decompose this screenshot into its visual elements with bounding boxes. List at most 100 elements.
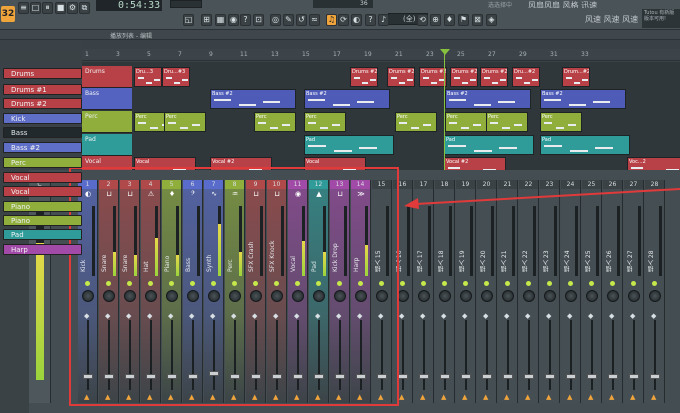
track-header[interactable]: Pad xyxy=(82,134,132,156)
playlist-clip[interactable]: Drums #2 xyxy=(480,67,508,87)
toolbar-button-25[interactable]: ⚑ xyxy=(458,14,469,26)
toolbar-button-19[interactable]: ◐ xyxy=(351,14,362,26)
mixer-strip[interactable]: 22 插入 22 ◆ ▲ xyxy=(519,180,539,403)
playlist-clip[interactable]: Bass #2 xyxy=(540,89,626,109)
enable-led-icon[interactable] xyxy=(526,281,531,286)
toolbar-button-27[interactable]: ◈ xyxy=(486,14,497,26)
volume-fader-track[interactable] xyxy=(486,320,488,390)
volume-fader-track[interactable] xyxy=(465,320,467,390)
route-arrow-icon[interactable]: ▲ xyxy=(399,393,404,401)
pan-knob[interactable] xyxy=(502,290,514,302)
playlist-clip[interactable]: Dru...3 xyxy=(134,67,162,87)
route-arrow-icon[interactable]: ▲ xyxy=(462,393,467,401)
strip-name[interactable]: 插入 23 xyxy=(542,228,552,272)
stereo-separation-icon[interactable]: ◆ xyxy=(567,312,572,320)
mixer-strip[interactable]: 21 插入 21 ◆ ▲ xyxy=(498,180,518,403)
volume-fader-track[interactable] xyxy=(528,320,530,390)
stereo-separation-icon[interactable]: ◆ xyxy=(525,312,530,320)
enable-led-icon[interactable] xyxy=(421,281,426,286)
playhead[interactable] xyxy=(444,49,445,170)
playlist-clip[interactable]: Pad xyxy=(540,135,630,155)
playlist-clip[interactable]: Drums #2 xyxy=(419,67,447,87)
playlist-clip[interactable]: Dru...#3 xyxy=(162,67,190,87)
toolbar-button-15[interactable]: ↺ xyxy=(296,14,307,26)
picker-item[interactable]: Vocal xyxy=(3,186,82,197)
stereo-separation-icon[interactable]: ◆ xyxy=(546,312,551,320)
strip-name[interactable]: 插入 27 xyxy=(626,228,636,272)
playlist-tracks[interactable]: Drums Bass Perc Pad Vocal Dru...3 Dru...#3 Drum… xyxy=(82,62,680,178)
mixer-strip[interactable]: 25 插入 25 ◆ ▲ xyxy=(582,180,602,403)
strip-name[interactable]: 插入 21 xyxy=(500,228,510,272)
toolbar-button-22[interactable]: ⟲ xyxy=(417,14,428,26)
toolbar-button-9[interactable]: ▦ xyxy=(215,14,226,26)
toolbar-button-10[interactable]: ◉ xyxy=(228,14,239,26)
picker-item[interactable]: Bass #2 xyxy=(3,142,82,153)
volume-fader-track[interactable] xyxy=(423,320,425,390)
route-arrow-icon[interactable]: ▲ xyxy=(567,393,572,401)
playlist-clip[interactable]: Drums #2 xyxy=(350,67,378,87)
toolbar-button-20[interactable]: ? xyxy=(365,14,376,26)
route-arrow-icon[interactable]: ▲ xyxy=(630,393,635,401)
route-arrow-icon[interactable]: ▲ xyxy=(651,393,656,401)
toolbar-button-3[interactable]: ⏸ xyxy=(42,2,53,14)
stereo-separation-icon[interactable]: ◆ xyxy=(651,312,656,320)
pan-knob[interactable] xyxy=(544,290,556,302)
volume-fader-track[interactable] xyxy=(612,320,614,390)
volume-fader-track[interactable] xyxy=(570,320,572,390)
volume-fader[interactable] xyxy=(629,374,639,379)
volume-fader[interactable] xyxy=(587,374,597,379)
mixer-strip[interactable]: 23 插入 23 ◆ ▲ xyxy=(540,180,560,403)
strip-name[interactable]: 插入 19 xyxy=(458,228,468,272)
volume-fader[interactable] xyxy=(419,374,429,379)
strip-name[interactable]: 插入 17 xyxy=(416,228,426,272)
toolbar-button-11[interactable]: ? xyxy=(240,14,251,26)
picker-item[interactable]: Kick xyxy=(3,113,82,124)
pan-knob[interactable] xyxy=(460,290,472,302)
mixer-strip[interactable]: 28 插入 28 ◆ ▲ xyxy=(645,180,665,403)
playlist-clip[interactable]: Perc xyxy=(540,112,582,132)
route-arrow-icon[interactable]: ▲ xyxy=(504,393,509,401)
stereo-separation-icon[interactable]: ◆ xyxy=(504,312,509,320)
picker-item[interactable]: Piano xyxy=(3,201,82,212)
mixer-strip[interactable]: 19 插入 19 ◆ ▲ xyxy=(456,180,476,403)
volume-fader[interactable] xyxy=(524,374,534,379)
volume-fader-track[interactable] xyxy=(633,320,635,390)
toolbar-button-18[interactable]: ⟳ xyxy=(338,14,349,26)
playlist-clip[interactable]: Drums #2 xyxy=(450,67,478,87)
volume-fader-track[interactable] xyxy=(549,320,551,390)
volume-fader-track[interactable] xyxy=(444,320,446,390)
enable-led-icon[interactable] xyxy=(589,281,594,286)
toolbar-button-1[interactable]: ≡ xyxy=(18,2,29,14)
toolbar-button-12[interactable]: ⊡ xyxy=(253,14,264,26)
stereo-separation-icon[interactable]: ◆ xyxy=(399,312,404,320)
volume-fader[interactable] xyxy=(503,374,513,379)
strip-name[interactable]: 插入 20 xyxy=(479,228,489,272)
route-arrow-icon[interactable]: ▲ xyxy=(525,393,530,401)
enable-led-icon[interactable] xyxy=(484,281,489,286)
volume-fader[interactable] xyxy=(545,374,555,379)
volume-fader[interactable] xyxy=(650,374,660,379)
volume-fader-track[interactable] xyxy=(507,320,509,390)
playlist-clip[interactable]: Perc xyxy=(486,112,528,132)
picker-item[interactable]: Piano xyxy=(3,215,82,226)
pan-knob[interactable] xyxy=(523,290,535,302)
enable-led-icon[interactable] xyxy=(547,281,552,286)
route-arrow-icon[interactable]: ▲ xyxy=(609,393,614,401)
mixer-strip[interactable]: 18 插入 18 ◆ ▲ xyxy=(435,180,455,403)
track-header[interactable]: Drums xyxy=(82,66,132,88)
strip-name[interactable]: 插入 25 xyxy=(584,228,594,272)
toolbar-button-21[interactable]: ♪ xyxy=(378,14,389,26)
route-arrow-icon[interactable]: ▲ xyxy=(441,393,446,401)
strip-name[interactable]: 插入 24 xyxy=(563,228,573,272)
volume-fader[interactable] xyxy=(608,374,618,379)
mixer-strip[interactable]: 24 插入 24 ◆ ▲ xyxy=(561,180,581,403)
enable-led-icon[interactable] xyxy=(610,281,615,286)
playlist-clip[interactable]: Perc xyxy=(164,112,206,132)
toolbar-button-13[interactable]: ◎ xyxy=(270,14,281,26)
playlist-clip[interactable]: Drums #2 xyxy=(387,67,415,87)
enable-led-icon[interactable] xyxy=(652,281,657,286)
playlist-clip[interactable]: Drum...#2 xyxy=(562,67,590,87)
strip-name[interactable]: 插入 28 xyxy=(647,228,657,272)
volume-fader-track[interactable] xyxy=(654,320,656,390)
picker-item[interactable]: Drums xyxy=(3,68,82,79)
